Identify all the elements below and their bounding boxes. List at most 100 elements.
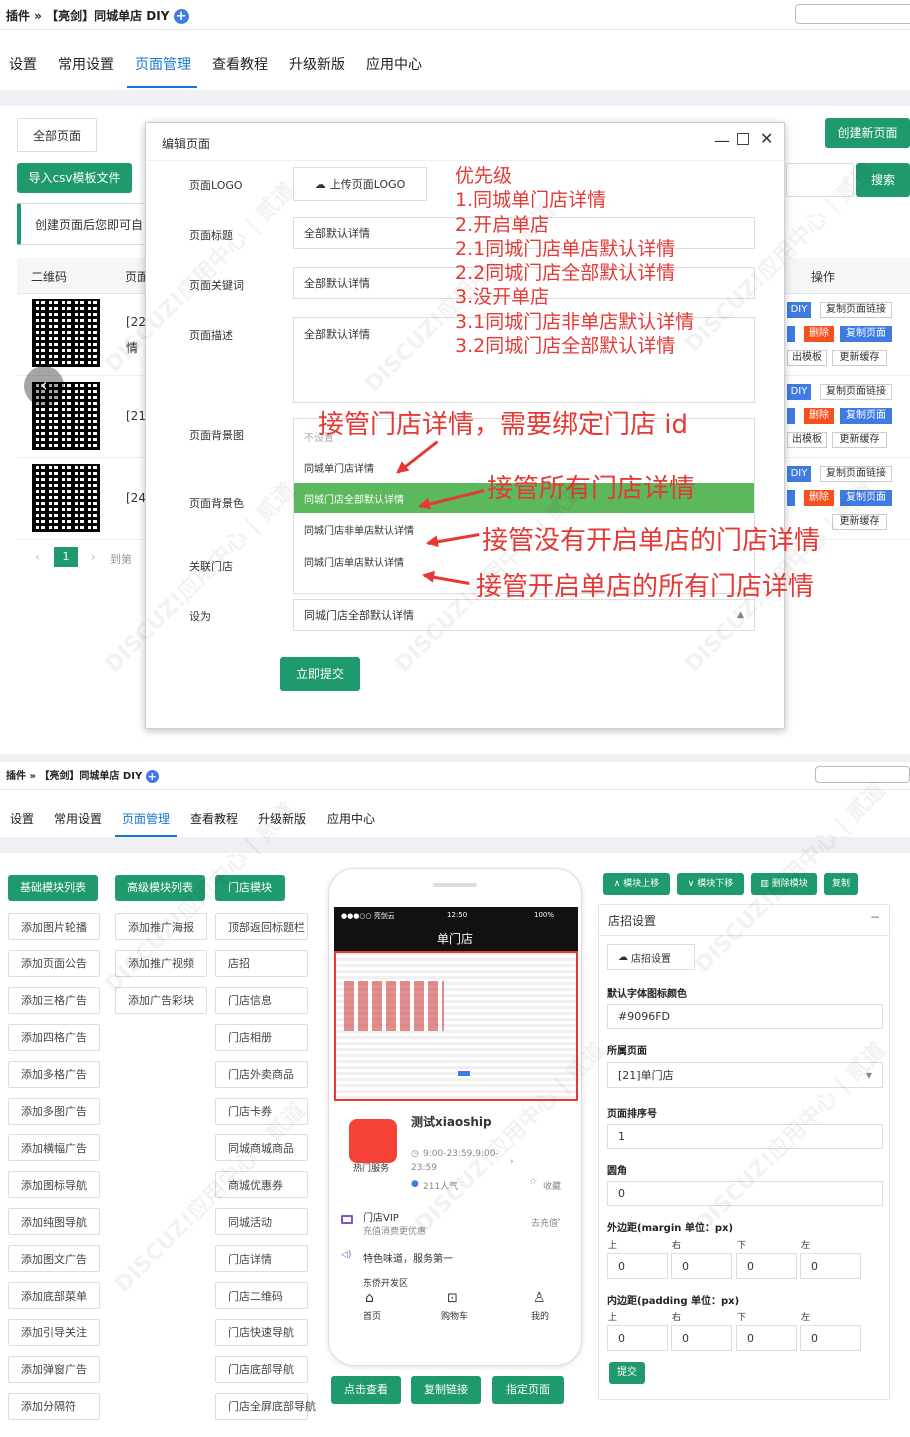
store-module-item[interactable]: 顶部返回标题栏	[215, 913, 308, 940]
advanced-module-item[interactable]: 添加广告彩块	[115, 986, 207, 1014]
nav-page-manage[interactable]: 页面管理	[135, 54, 191, 74]
store-module-item[interactable]: 门店快速导航	[215, 1318, 308, 1346]
copy-page-button[interactable]: 复制页面	[840, 490, 892, 506]
module-copy-button[interactable]: 复制	[824, 873, 858, 895]
nav-home[interactable]: 首页	[363, 1309, 381, 1322]
add-icon[interactable]: +	[173, 9, 189, 24]
store-module-item[interactable]: 店招	[215, 949, 308, 977]
add-icon[interactable]: +	[145, 769, 159, 783]
diy-button[interactable]: DIY	[787, 466, 811, 482]
update-cache-button[interactable]: 更新缓存	[832, 514, 887, 530]
advanced-module-item[interactable]: 添加推广海报	[115, 913, 207, 940]
store-module-item[interactable]: 门店相册	[215, 1023, 308, 1051]
margin-top-input[interactable]: 0	[607, 1253, 668, 1279]
home-icon[interactable]: ⌂	[365, 1290, 374, 1306]
copy-page-button[interactable]: 复制页面	[840, 408, 892, 424]
recharge-link[interactable]: 去充值	[531, 1216, 558, 1229]
radius-input[interactable]: 0	[607, 1181, 883, 1206]
basic-module-item[interactable]: 添加四格广告	[8, 1023, 100, 1051]
user-icon[interactable]: ♙	[533, 1290, 546, 1306]
delete-button[interactable]: 删除	[804, 408, 834, 424]
copy-page-button[interactable]: 复制页面	[840, 326, 892, 342]
edit-button[interactable]	[787, 326, 795, 342]
store-module-item[interactable]: 门店二维码	[215, 1282, 308, 1309]
edit-button[interactable]	[787, 408, 795, 424]
basic-module-item[interactable]: 添加图片轮播	[8, 913, 100, 940]
padding-right-input[interactable]: 0	[671, 1325, 732, 1351]
store-module-item[interactable]: 门店详情	[215, 1245, 308, 1273]
store-module-item[interactable]: 同城商城商品	[215, 1134, 308, 1162]
upload-signboard-button[interactable]: ☁ 店招设置	[607, 944, 695, 970]
chevron-right-icon[interactable]: ›	[510, 1157, 514, 1167]
padding-left-input[interactable]: 0	[800, 1325, 861, 1351]
view-button[interactable]: 点击查看	[331, 1376, 401, 1404]
basic-module-item[interactable]: 添加页面公告	[8, 949, 100, 977]
margin-right-input[interactable]: 0	[671, 1253, 732, 1279]
store-module-item[interactable]: 商城优惠券	[215, 1171, 308, 1199]
page-select[interactable]: [21]单门店 ▼	[607, 1062, 883, 1088]
nav-settings[interactable]: 设置	[9, 54, 37, 74]
module-up-button[interactable]: ∧ 模块上移	[603, 873, 670, 895]
basic-module-item[interactable]: 添加底部菜单	[8, 1282, 100, 1309]
import-csv-button[interactable]: 导入csv模板文件	[17, 163, 132, 193]
close-icon[interactable]: ✕	[760, 129, 773, 148]
nav-app-center[interactable]: 应用中心	[366, 54, 422, 74]
diy-button[interactable]: DIY	[787, 384, 811, 400]
top-search-input-2[interactable]	[815, 766, 910, 783]
store-module-item[interactable]: 门店信息	[215, 986, 308, 1014]
diy-button[interactable]: DIY	[787, 302, 811, 318]
search-input[interactable]	[786, 163, 854, 197]
nav-tutorial[interactable]: 查看教程	[190, 810, 238, 827]
icon-color-input[interactable]: #9096FD	[607, 1004, 883, 1029]
upload-logo-button[interactable]: ☁ 上传页面LOGO	[293, 167, 427, 201]
setas-select[interactable]: 同城门店全部默认详情 ▲	[293, 599, 755, 631]
basic-module-item[interactable]: 添加图标导航	[8, 1171, 100, 1199]
cart-icon[interactable]: ⊡	[447, 1291, 458, 1306]
basic-module-item[interactable]: 添加多格广告	[8, 1060, 100, 1088]
tab-advanced-modules[interactable]: 高级模块列表	[115, 875, 205, 901]
assign-page-button[interactable]: 指定页面	[492, 1376, 564, 1404]
padding-bottom-input[interactable]: 0	[736, 1325, 797, 1351]
nav-common-settings[interactable]: 常用设置	[58, 54, 114, 74]
create-page-button[interactable]: 创建新页面	[825, 118, 910, 148]
nav-tutorial[interactable]: 查看教程	[212, 54, 268, 74]
padding-top-input[interactable]: 0	[607, 1325, 668, 1351]
advanced-module-item[interactable]: 添加推广视频	[115, 949, 207, 977]
copy-link-button[interactable]: 复制页面链接	[820, 384, 892, 400]
store-module-item[interactable]: 门店卡券	[215, 1097, 308, 1125]
next-page-icon[interactable]: ›	[91, 550, 96, 564]
maximize-icon[interactable]	[737, 133, 749, 145]
basic-module-item[interactable]: 添加引导关注	[8, 1318, 100, 1346]
submit-button[interactable]: 立即提交	[280, 657, 360, 691]
export-template-button[interactable]: 出模板	[787, 350, 827, 366]
nav-settings[interactable]: 设置	[10, 810, 34, 827]
export-template-button[interactable]: 出模板	[787, 432, 827, 448]
nav-cart[interactable]: 购物车	[441, 1309, 468, 1322]
basic-module-item[interactable]: 添加横幅广告	[8, 1134, 100, 1162]
edit-button[interactable]	[787, 490, 795, 506]
tab-all-pages[interactable]: 全部页面	[17, 118, 97, 152]
copy-link-button[interactable]: 复制页面链接	[820, 466, 892, 482]
chevron-left-icon[interactable]: ‹	[24, 366, 64, 406]
search-button[interactable]: 搜索	[856, 163, 910, 197]
nav-app-center[interactable]: 应用中心	[327, 810, 375, 827]
basic-module-item[interactable]: 添加纯图导航	[8, 1208, 100, 1236]
star-icon[interactable]: ☆	[529, 1177, 537, 1187]
panel-submit-button[interactable]: 提交	[609, 1362, 645, 1384]
basic-module-item[interactable]: 添加分隔符	[8, 1392, 100, 1420]
basic-module-item[interactable]: 添加多图广告	[8, 1097, 100, 1125]
collapse-icon[interactable]: −	[870, 910, 880, 924]
nav-page-manage[interactable]: 页面管理	[122, 810, 170, 827]
copy-link-button[interactable]: 复制页面链接	[820, 302, 892, 318]
module-down-button[interactable]: ∨ 模块下移	[677, 873, 744, 895]
nav-upgrade[interactable]: 升级新版	[289, 54, 345, 74]
nav-upgrade[interactable]: 升级新版	[258, 810, 306, 827]
delete-button[interactable]: 删除	[804, 490, 834, 506]
update-cache-button[interactable]: 更新缓存	[832, 432, 887, 448]
store-module-item[interactable]: 门店全屏底部导航	[215, 1392, 316, 1420]
margin-left-input[interactable]: 0	[800, 1253, 861, 1279]
prev-page-icon[interactable]: ‹	[35, 550, 40, 564]
top-search-input[interactable]	[795, 4, 910, 24]
basic-module-item[interactable]: 添加三格广告	[8, 986, 100, 1014]
store-module-item[interactable]: 门店外卖商品	[215, 1060, 308, 1088]
